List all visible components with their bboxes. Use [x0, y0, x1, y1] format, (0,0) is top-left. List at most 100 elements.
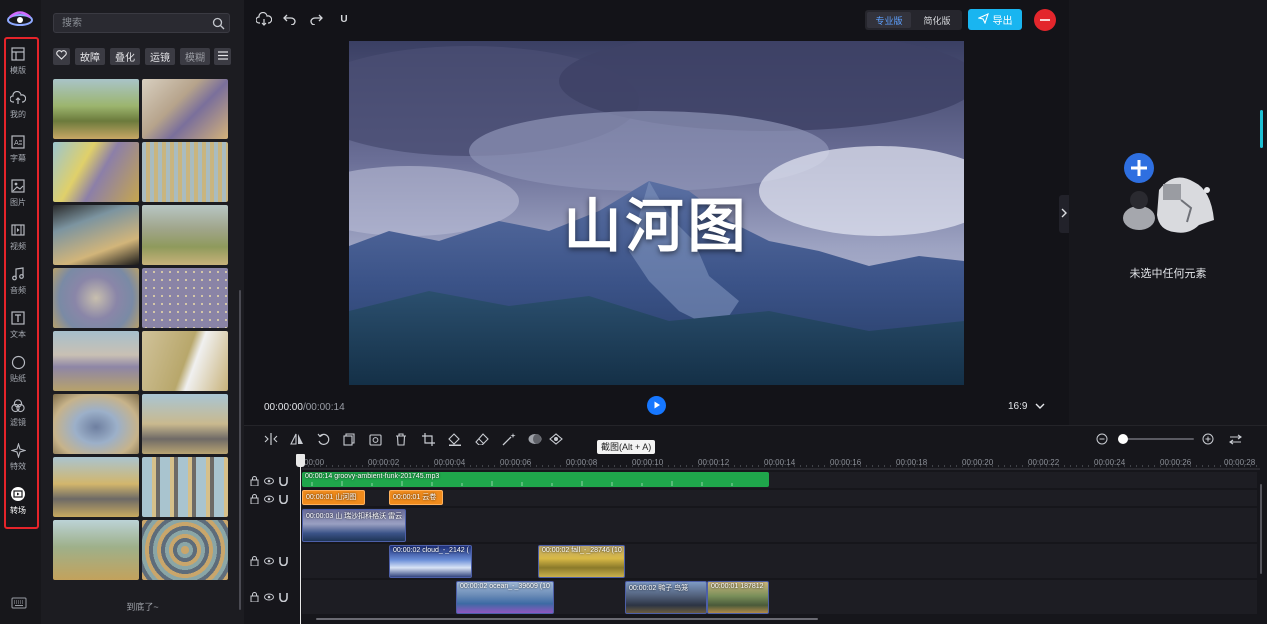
export-button[interactable]: 导出: [968, 9, 1022, 30]
redo-icon[interactable]: [308, 11, 324, 27]
eye-icon[interactable]: [264, 476, 274, 488]
video-clip[interactable]: 00:00:02 fall_-_28746 (10: [538, 545, 625, 578]
video-title-overlay[interactable]: 山河图: [349, 179, 964, 263]
category-chip[interactable]: 运镜: [145, 48, 175, 65]
magnet-icon[interactable]: [279, 476, 288, 489]
rotate-icon[interactable]: [316, 432, 330, 446]
rail-item-mine[interactable]: 我的: [4, 86, 32, 126]
transition-thumbnail[interactable]: [142, 79, 228, 139]
transition-thumbnail[interactable]: [142, 142, 228, 202]
video-clip[interactable]: 00:00:02 ocean_-_39609 (10: [456, 581, 554, 614]
transition-thumbnail[interactable]: [142, 394, 228, 454]
timeline-vertical-scrollbar[interactable]: [1260, 484, 1262, 574]
play-button[interactable]: [647, 396, 666, 415]
lock-icon[interactable]: [250, 493, 259, 507]
mask-icon[interactable]: [528, 432, 542, 446]
video-clip-label: 00:00:02 ocean_-_39609 (10: [460, 583, 550, 590]
transition-thumbnail[interactable]: [142, 457, 228, 517]
history-button[interactable]: U: [336, 11, 352, 27]
transition-thumbnail[interactable]: [53, 457, 139, 517]
transition-thumbnail[interactable]: [53, 394, 139, 454]
zoom-out-icon[interactable]: [1096, 433, 1108, 445]
rail-item-video[interactable]: 视频: [4, 218, 32, 258]
transition-thumbnail[interactable]: [53, 268, 139, 328]
video-clip[interactable]: 00:00:01 187812: [707, 581, 769, 614]
video-clip[interactable]: 00:00:03 山 瑞沙扣科格沃 雷云: [302, 509, 406, 542]
favorite-filter-button[interactable]: [53, 48, 70, 65]
lock-icon[interactable]: [250, 591, 259, 605]
transition-thumbnail[interactable]: [53, 79, 139, 139]
transition-thumbnail[interactable]: [53, 520, 139, 580]
undo-icon[interactable]: [282, 11, 298, 27]
transition-thumbnail[interactable]: [53, 142, 139, 202]
fill-color-icon[interactable]: [448, 432, 462, 446]
search-input[interactable]: [62, 16, 212, 30]
search-icon[interactable]: [212, 17, 225, 30]
split-icon[interactable]: [264, 432, 278, 446]
rail-item-text[interactable]: 文本: [4, 306, 32, 346]
text-clip[interactable]: 00:00:01 山河图: [302, 490, 365, 505]
zoom-slider-handle[interactable]: [1118, 434, 1128, 444]
category-chip[interactable]: 故障: [75, 48, 105, 65]
timeline-horizontal-scrollbar[interactable]: [316, 618, 818, 620]
crop-icon[interactable]: [421, 432, 435, 446]
transition-thumbnail[interactable]: [142, 205, 228, 265]
transition-thumbnail[interactable]: [53, 331, 139, 391]
rail-item-audio[interactable]: 音频: [4, 262, 32, 302]
mode-pro-tab[interactable]: 专业版: [867, 12, 911, 28]
video-clip[interactable]: 00:00:02 鸭子 鸟笼: [625, 581, 707, 614]
fit-timeline-icon[interactable]: [1228, 432, 1242, 446]
cloud-save-icon[interactable]: [256, 11, 272, 27]
track-controls: [250, 493, 290, 507]
rail-item-filter[interactable]: 滤镜: [4, 394, 32, 434]
video-canvas[interactable]: 山河图: [349, 41, 964, 385]
rail-item-label: 字幕: [10, 154, 26, 163]
audio-clip[interactable]: 00:00:14 groovy-ambient-funk-201745.mp3: [302, 472, 769, 487]
rail-item-sticker[interactable]: 贴纸: [4, 350, 32, 390]
keyboard-icon[interactable]: [11, 597, 27, 609]
text-clip[interactable]: 00:00:01 云卷: [389, 490, 443, 505]
eye-icon[interactable]: [264, 592, 274, 604]
zoom-in-icon[interactable]: [1202, 433, 1214, 445]
video-track-2: 00:00:02 cloud_-_2142 ( 00:00:02 fall_-_…: [302, 544, 1257, 578]
magnet-icon[interactable]: [279, 592, 288, 605]
props-scrollbar[interactable]: [1260, 110, 1263, 148]
freeze-frame-icon[interactable]: [368, 432, 382, 446]
magnet-icon[interactable]: [279, 556, 288, 569]
expand-props-button[interactable]: [1059, 195, 1069, 233]
chroma-key-icon[interactable]: [549, 432, 563, 446]
zoom-slider-track[interactable]: [1118, 438, 1194, 440]
playhead-line[interactable]: [300, 454, 301, 624]
rail-item-effect[interactable]: 特效: [4, 438, 32, 478]
time-ruler[interactable]: 00:00 00:00:02 00:00:04 00:00:06 00:00:0…: [302, 454, 1260, 470]
eraser-icon[interactable]: [475, 432, 489, 446]
magic-wand-icon[interactable]: [502, 432, 516, 446]
transition-thumbnail[interactable]: [142, 331, 228, 391]
mode-simple-tab[interactable]: 简化版: [915, 12, 959, 28]
video-clip[interactable]: 00:00:02 cloud_-_2142 (: [389, 545, 472, 578]
asset-panel-scrollbar[interactable]: [239, 290, 241, 610]
rail-item-transition[interactable]: 转场: [4, 482, 32, 522]
transition-thumbnail[interactable]: [53, 205, 139, 265]
lock-icon[interactable]: [250, 475, 259, 489]
eye-icon[interactable]: [264, 494, 274, 506]
eye-icon[interactable]: [264, 556, 274, 568]
transition-thumbnail[interactable]: [142, 268, 228, 328]
category-chip[interactable]: 模糊: [180, 48, 210, 65]
user-avatar[interactable]: [1034, 9, 1056, 31]
rail-item-image[interactable]: 图片: [4, 174, 32, 214]
rail-item-subtitle[interactable]: A 字幕: [4, 130, 32, 170]
category-chip[interactable]: 叠化: [110, 48, 140, 65]
copy-icon[interactable]: [342, 432, 356, 446]
aspect-ratio-select[interactable]: 16:9: [1008, 401, 1045, 412]
mirror-icon[interactable]: [290, 432, 304, 446]
rail-item-template[interactable]: 模版: [4, 42, 32, 82]
export-label: 导出: [992, 16, 1013, 27]
transition-thumbnail[interactable]: [142, 520, 228, 580]
delete-icon[interactable]: [394, 432, 408, 446]
magnet-icon[interactable]: [279, 494, 288, 507]
lock-icon[interactable]: [250, 555, 259, 569]
search-box[interactable]: [53, 13, 230, 33]
more-categories-button[interactable]: [214, 48, 231, 65]
mode-switch[interactable]: 专业版 简化版: [865, 10, 962, 30]
